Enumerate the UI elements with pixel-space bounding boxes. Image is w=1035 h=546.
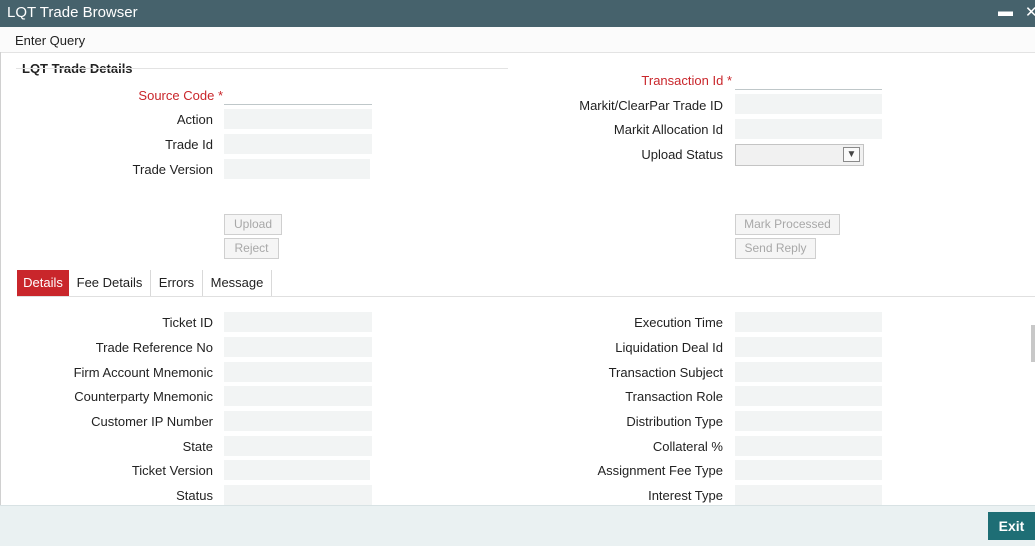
exit-button[interactable]: Exit xyxy=(988,512,1035,540)
menu-bar: Enter Query xyxy=(0,27,1035,53)
firm-account-mnemonic-label: Firm Account Mnemonic xyxy=(73,365,213,380)
trade-id-field[interactable] xyxy=(224,134,372,154)
collateral-percent-field[interactable] xyxy=(735,436,882,456)
liquidation-deal-id-field[interactable] xyxy=(735,337,882,357)
mark-processed-button[interactable]: Mark Processed xyxy=(735,214,840,235)
markit-allocation-id-field[interactable] xyxy=(735,119,882,139)
ticket-version-field[interactable] xyxy=(224,460,370,480)
transaction-subject-field[interactable] xyxy=(735,362,882,382)
status-label: Status xyxy=(176,488,213,503)
customer-ip-number-label: Customer IP Number xyxy=(91,414,213,429)
assignment-fee-type-label: Assignment Fee Type xyxy=(597,463,724,478)
ticket-id-label: Ticket ID xyxy=(162,315,213,330)
minimize-icon[interactable]: ▬ xyxy=(998,3,1013,20)
transaction-role-label: Transaction Role xyxy=(625,389,723,404)
distribution-type-field[interactable] xyxy=(735,411,882,431)
trade-reference-no-field[interactable] xyxy=(224,337,372,357)
tab-fee-details[interactable]: Fee Details xyxy=(69,270,151,296)
status-field[interactable] xyxy=(224,485,372,505)
action-field[interactable] xyxy=(224,109,372,129)
source-code-label-text: Source Code xyxy=(138,88,215,103)
interest-type-label: Interest Type xyxy=(648,488,723,503)
state-label: State xyxy=(182,439,213,454)
ticket-version-label: Ticket Version xyxy=(131,463,213,478)
enter-query-menu[interactable]: Enter Query xyxy=(15,33,85,48)
vertical-scrollbar[interactable] xyxy=(1031,325,1035,362)
markit-allocation-id-label: Markit Allocation Id xyxy=(613,122,723,137)
source-code-label: Source Code * xyxy=(138,88,223,103)
title-bar: LQT Trade Browser ▬ ✕ xyxy=(0,0,1035,27)
assignment-fee-type-field[interactable] xyxy=(735,460,882,480)
distribution-type-label: Distribution Type xyxy=(626,414,723,429)
transaction-subject-label: Transaction Subject xyxy=(608,365,723,380)
chevron-down-icon[interactable]: ▼ xyxy=(843,147,860,162)
trade-version-label: Trade Version xyxy=(132,162,213,177)
tab-divider xyxy=(17,296,1035,297)
transaction-id-input[interactable] xyxy=(735,70,882,90)
transaction-id-label: Transaction Id * xyxy=(641,73,732,88)
window-title: LQT Trade Browser xyxy=(7,4,138,21)
source-code-input[interactable] xyxy=(224,85,372,105)
transaction-role-field[interactable] xyxy=(735,386,882,406)
action-label: Action xyxy=(176,112,213,127)
footer-bar xyxy=(0,505,1035,546)
counterparty-mnemonic-label: Counterparty Mnemonic xyxy=(74,389,213,404)
required-asterisk: * xyxy=(726,73,732,88)
execution-time-field[interactable] xyxy=(735,312,882,332)
window-left-border xyxy=(0,52,1,505)
state-field[interactable] xyxy=(224,436,372,456)
markit-clearpar-trade-id-field[interactable] xyxy=(735,94,882,114)
upload-status-label: Upload Status xyxy=(641,147,723,162)
customer-ip-number-field[interactable] xyxy=(224,411,372,431)
upload-status-select[interactable]: ▼ xyxy=(735,144,864,166)
tab-message[interactable]: Message xyxy=(203,270,272,296)
ticket-id-field[interactable] xyxy=(224,312,372,332)
tab-details[interactable]: Details xyxy=(17,270,69,296)
transaction-id-label-text: Transaction Id xyxy=(641,73,724,88)
required-asterisk: * xyxy=(217,88,223,103)
trade-id-label: Trade Id xyxy=(165,137,213,152)
trade-version-field[interactable] xyxy=(224,159,370,179)
section-divider xyxy=(16,68,508,69)
execution-time-label: Execution Time xyxy=(634,315,723,330)
collateral-percent-label: Collateral % xyxy=(652,439,723,454)
firm-account-mnemonic-field[interactable] xyxy=(224,362,372,382)
interest-type-field[interactable] xyxy=(735,485,882,505)
close-icon[interactable]: ✕ xyxy=(1025,3,1035,21)
liquidation-deal-id-label: Liquidation Deal Id xyxy=(615,340,723,355)
send-reply-button[interactable]: Send Reply xyxy=(735,238,816,259)
markit-clearpar-trade-id-label: Markit/ClearPar Trade ID xyxy=(579,98,723,113)
upload-button[interactable]: Upload xyxy=(224,214,282,235)
trade-reference-no-label: Trade Reference No xyxy=(95,340,213,355)
reject-button[interactable]: Reject xyxy=(224,238,279,259)
counterparty-mnemonic-field[interactable] xyxy=(224,386,372,406)
tab-errors[interactable]: Errors xyxy=(151,270,203,296)
